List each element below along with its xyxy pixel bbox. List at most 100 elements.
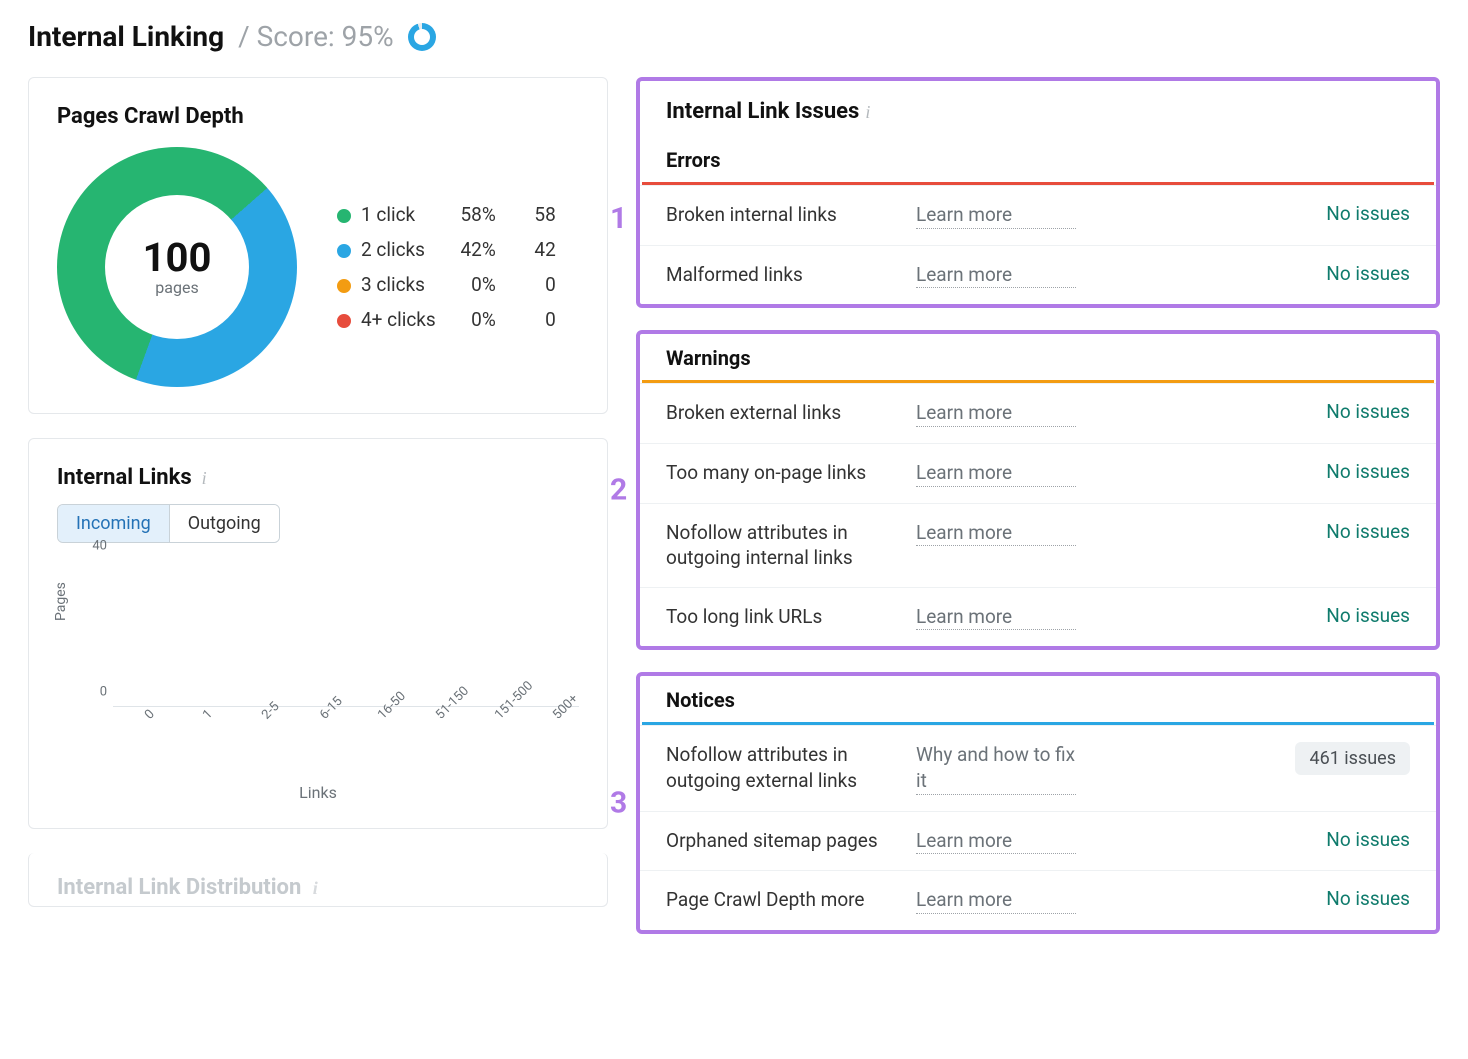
issue-status: No issues: [1096, 887, 1410, 910]
internal-links-tabs: Incoming Outgoing: [57, 504, 280, 543]
donut-center-value: 100: [143, 238, 212, 278]
x-axis-label: Links: [57, 783, 579, 802]
issue-row: Page Crawl Depth more Learn more No issues: [640, 870, 1436, 930]
legend-count: 0: [516, 302, 576, 337]
legend-pct: 0%: [456, 302, 516, 337]
y-tick: 40: [92, 539, 107, 554]
issue-row: Nofollow attributes in outgoing internal…: [640, 503, 1436, 587]
issues-section: 1Internal Link IssuesiErrorsBroken inter…: [636, 77, 1440, 308]
crawl-depth-legend: 1 click58%582 clicks42%423 clicks0%04+ c…: [337, 197, 576, 337]
tab-incoming[interactable]: Incoming: [58, 505, 169, 542]
legend-row: 2 clicks42%42: [337, 232, 576, 267]
issue-status: No issues: [1096, 828, 1410, 851]
legend-label: 4+ clicks: [337, 302, 456, 337]
issue-status: No issues: [1096, 520, 1410, 543]
legend-row: 1 click58%58: [337, 197, 576, 232]
legend-label: 2 clicks: [337, 232, 456, 267]
issue-status: No issues: [1096, 262, 1410, 285]
internal-links-title: Internal Links: [57, 465, 192, 490]
learn-more-link[interactable]: Learn more: [916, 400, 1076, 427]
legend-count: 42: [516, 232, 576, 267]
legend-dot-icon: [337, 209, 351, 223]
section-number: 2: [610, 473, 627, 508]
legend-pct: 58%: [456, 197, 516, 232]
legend-dot-icon: [337, 314, 351, 328]
legend-dot-icon: [337, 279, 351, 293]
issues-title: Internal Link Issues: [666, 99, 859, 124]
internal-links-card: Internal Links i Incoming Outgoing Pages…: [28, 438, 608, 829]
tab-outgoing[interactable]: Outgoing: [169, 505, 279, 542]
issue-status: No issues: [1096, 202, 1410, 225]
y-tick: 0: [100, 685, 107, 700]
learn-more-link[interactable]: Learn more: [916, 828, 1076, 855]
section-title: Notices: [640, 676, 1436, 722]
page-title: Internal Linking: [28, 20, 224, 53]
issue-row: Nofollow attributes in outgoing external…: [640, 725, 1436, 810]
section-title: Warnings: [640, 334, 1436, 380]
legend-count: 58: [516, 197, 576, 232]
issue-status: No issues: [1096, 604, 1410, 627]
page-header: Internal Linking / Score: 95%: [28, 20, 1440, 53]
learn-more-link[interactable]: Learn more: [916, 604, 1076, 631]
crawl-depth-donut: 100 pages: [57, 147, 297, 387]
issue-name: Broken external links: [666, 400, 896, 426]
bar-label: 151-500: [492, 678, 536, 722]
score-ring-icon: [408, 23, 436, 51]
issue-name: Malformed links: [666, 262, 896, 288]
issues-section: 3NoticesNofollow attributes in outgoing …: [636, 672, 1440, 934]
bar-label: 1: [200, 707, 216, 723]
learn-more-link[interactable]: Learn more: [916, 262, 1076, 289]
issue-name: Orphaned sitemap pages: [666, 828, 896, 854]
legend-dot-icon: [337, 244, 351, 258]
legend-row: 3 clicks0%0: [337, 267, 576, 302]
issue-name: Broken internal links: [666, 202, 896, 228]
internal-links-bar-chart: Pages 040 012-56-1516-5051-150151-500500…: [57, 561, 579, 741]
info-icon[interactable]: i: [313, 878, 318, 898]
score-label: / Score: 95%: [238, 20, 394, 53]
learn-more-link[interactable]: Learn more: [916, 887, 1076, 914]
learn-more-link[interactable]: Learn more: [916, 202, 1076, 229]
bar-label: 0: [142, 707, 158, 723]
legend-label: 1 click: [337, 197, 456, 232]
section-title: Errors: [640, 136, 1436, 182]
bar-label: 51-150: [433, 684, 472, 723]
legend-count: 0: [516, 267, 576, 302]
issue-name: Too long link URLs: [666, 604, 896, 630]
legend-pct: 0%: [456, 267, 516, 302]
issue-count-badge[interactable]: 461 issues: [1295, 742, 1410, 775]
bar-label: 16-50: [375, 689, 409, 723]
crawl-depth-card: Pages Crawl Depth 100 pages 1 click58%58…: [28, 77, 608, 414]
issue-status: No issues: [1096, 400, 1410, 423]
issue-status: 461 issues: [1096, 742, 1410, 775]
donut-center-label: pages: [155, 278, 198, 297]
learn-more-link[interactable]: Learn more: [916, 460, 1076, 487]
issue-row: Broken internal links Learn more No issues: [640, 185, 1436, 245]
learn-more-link[interactable]: Learn more: [916, 520, 1076, 547]
issue-name: Nofollow attributes in outgoing internal…: [666, 520, 896, 571]
legend-pct: 42%: [456, 232, 516, 267]
bar-label: 500+: [550, 691, 581, 722]
info-icon[interactable]: i: [202, 468, 207, 488]
issue-row: Broken external links Learn more No issues: [640, 383, 1436, 443]
issue-row: Too long link URLs Learn more No issues: [640, 587, 1436, 647]
distribution-title: Internal Link Distribution: [57, 875, 301, 900]
issue-row: Orphaned sitemap pages Learn more No issue…: [640, 811, 1436, 871]
distribution-card-cut: Internal Link Distribution i: [28, 853, 608, 907]
crawl-depth-title: Pages Crawl Depth: [57, 104, 579, 129]
section-number: 3: [610, 786, 627, 821]
issues-section: 2WarningsBroken external linksLearn more…: [636, 330, 1440, 650]
section-number: 1: [610, 201, 627, 236]
legend-row: 4+ clicks0%0: [337, 302, 576, 337]
bar-label: 2-5: [259, 699, 282, 722]
issue-row: Too many on-page links Learn more No issue…: [640, 443, 1436, 503]
learn-more-link[interactable]: Why and how to fix it: [916, 742, 1076, 794]
issue-name: Too many on-page links: [666, 460, 896, 486]
y-axis-label: Pages: [53, 582, 69, 621]
issue-row: Malformed links Learn more No issues: [640, 245, 1436, 305]
issue-status: No issues: [1096, 460, 1410, 483]
issue-name: Page Crawl Depth more: [666, 887, 896, 913]
info-icon[interactable]: i: [865, 102, 870, 122]
issue-name: Nofollow attributes in outgoing external…: [666, 742, 896, 793]
legend-label: 3 clicks: [337, 267, 456, 302]
bar-label: 6-15: [317, 694, 346, 723]
